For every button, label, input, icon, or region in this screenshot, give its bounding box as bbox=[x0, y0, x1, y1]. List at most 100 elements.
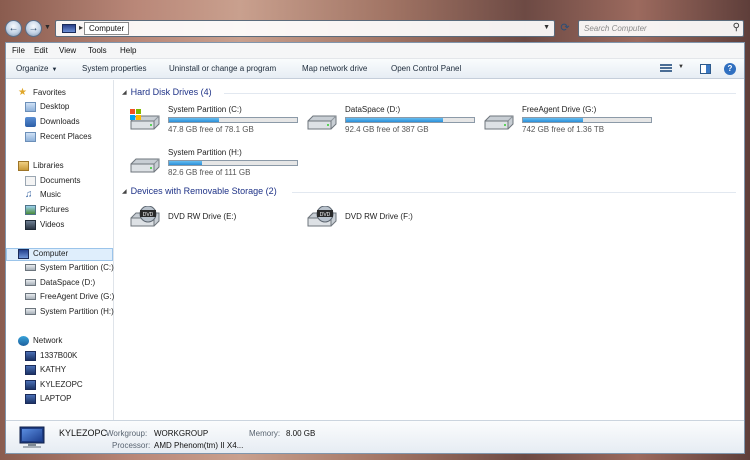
group-title: Devices with Removable Storage (2) bbox=[130, 186, 277, 196]
drive-name: FreeAgent Drive (G:) bbox=[522, 105, 597, 114]
map-network-drive-button[interactable]: Map network drive bbox=[302, 64, 367, 73]
address-bar-area: ← → ▼ ▸ Computer ▼ ⟳ Search Computer ⚲ bbox=[0, 0, 750, 42]
nav-videos[interactable]: Videos bbox=[25, 220, 64, 233]
nav-drive-d[interactable]: DataSpace (D:) bbox=[25, 278, 95, 291]
navigation-pane: ★ Favorites Desktop Downloads Recent Plac… bbox=[6, 80, 114, 420]
nav-network-pc[interactable]: KATHY bbox=[25, 365, 66, 378]
hard-drive-icon bbox=[25, 279, 36, 287]
nav-drive-c[interactable]: System Partition (C:) bbox=[25, 263, 114, 276]
nav-label: Pictures bbox=[40, 205, 69, 215]
hard-drive-icon bbox=[484, 115, 514, 130]
nav-favorites[interactable]: ★ Favorites bbox=[18, 88, 66, 101]
organize-button[interactable]: Organize ▼ bbox=[16, 64, 57, 73]
group-title: Hard Disk Drives (4) bbox=[130, 87, 212, 97]
group-header-hard-disks[interactable]: ◢ Hard Disk Drives (4) bbox=[122, 87, 212, 99]
forward-button[interactable]: → bbox=[25, 20, 42, 37]
group-header-removable[interactable]: ◢ Devices with Removable Storage (2) bbox=[122, 186, 277, 198]
search-icon[interactable]: ⚲ bbox=[733, 22, 740, 33]
nav-music[interactable]: ♫ Music bbox=[25, 190, 61, 203]
workgroup-label: Workgroup: bbox=[106, 429, 148, 438]
nav-label: Libraries bbox=[33, 161, 64, 171]
command-bar: Organize ▼ System properties Uninstall or… bbox=[6, 59, 744, 79]
nav-network[interactable]: Network bbox=[18, 336, 62, 349]
drive-usage-bar bbox=[522, 117, 652, 123]
library-icon bbox=[18, 161, 29, 171]
refresh-icon[interactable]: ⟳ bbox=[557, 20, 573, 37]
hard-drive-icon bbox=[25, 308, 36, 316]
drive-name: System Partition (C:) bbox=[168, 105, 242, 114]
nav-label: Favorites bbox=[33, 88, 66, 97]
drive-tile-d[interactable]: DataSpace (D:) 92.4 GB free of 387 GB bbox=[305, 105, 481, 139]
recent-places-icon bbox=[25, 132, 36, 142]
nav-label: Network bbox=[33, 336, 63, 346]
documents-icon bbox=[25, 176, 36, 186]
nav-label: Documents bbox=[40, 176, 81, 186]
preview-pane-icon[interactable] bbox=[700, 64, 711, 74]
hard-drive-icon bbox=[25, 264, 36, 272]
hard-drive-icon bbox=[307, 115, 337, 130]
chevron-down-icon: ▼ bbox=[51, 67, 58, 73]
menu-tools[interactable]: Tools bbox=[88, 46, 107, 55]
search-input[interactable]: Search Computer bbox=[584, 24, 647, 33]
organize-label: Organize bbox=[16, 64, 49, 73]
star-icon: ★ bbox=[18, 87, 27, 98]
menu-help[interactable]: Help bbox=[120, 46, 136, 55]
dvd-drive-tile-f[interactable]: DVD DVD RW Drive (F:) bbox=[305, 202, 481, 236]
nav-label: FreeAgent Drive (G:) bbox=[40, 292, 115, 301]
drive-usage-bar bbox=[168, 160, 298, 166]
nav-drive-g[interactable]: FreeAgent Drive (G:) bbox=[25, 292, 114, 305]
nav-network-pc[interactable]: KYLEZOPC bbox=[25, 380, 83, 393]
download-icon bbox=[25, 117, 36, 127]
network-computer-icon bbox=[25, 365, 36, 375]
view-options-icon[interactable] bbox=[660, 64, 672, 74]
processor-value: AMD Phenom(tm) II X4... bbox=[154, 441, 244, 450]
nav-network-pc[interactable]: LAPTOP bbox=[25, 394, 71, 407]
nav-label: Downloads bbox=[40, 117, 80, 127]
nav-label: Computer bbox=[33, 249, 69, 259]
help-icon[interactable]: ? bbox=[724, 63, 736, 75]
drive-free-space: 742 GB free of 1.36 TB bbox=[522, 125, 605, 134]
chevron-down-icon[interactable]: ▼ bbox=[543, 24, 550, 31]
nav-documents[interactable]: Documents bbox=[25, 176, 80, 189]
menu-edit[interactable]: Edit bbox=[34, 46, 48, 55]
menu-file[interactable]: File bbox=[12, 46, 25, 55]
nav-label: DataSpace (D:) bbox=[40, 278, 96, 287]
nav-drive-h[interactable]: System Partition (H:) bbox=[25, 307, 114, 320]
nav-label: Videos bbox=[40, 220, 65, 230]
nav-computer[interactable]: Computer bbox=[6, 248, 113, 261]
dvd-drive-icon: DVD bbox=[307, 206, 337, 227]
nav-label: KATHY bbox=[40, 365, 67, 375]
address-bar[interactable]: ▸ Computer ▼ bbox=[55, 20, 555, 37]
hard-drive-icon bbox=[25, 293, 36, 301]
search-box[interactable]: Search Computer ⚲ bbox=[578, 20, 744, 37]
nav-network-pc[interactable]: 1337B00K bbox=[25, 351, 77, 364]
breadcrumb-computer[interactable]: Computer bbox=[84, 22, 130, 35]
nav-libraries[interactable]: Libraries bbox=[18, 161, 64, 174]
drive-usage-bar bbox=[345, 117, 475, 123]
nav-label: KYLEZOPC bbox=[40, 380, 83, 390]
drive-usage-fill bbox=[169, 161, 203, 165]
system-properties-button[interactable]: System properties bbox=[82, 64, 146, 73]
network-computer-icon bbox=[25, 351, 36, 361]
group-divider bbox=[224, 93, 736, 94]
drive-usage-fill bbox=[169, 118, 219, 122]
back-button[interactable]: ← bbox=[5, 20, 22, 37]
drive-tile-c[interactable]: System Partition (C:) 47.8 GB free of 78… bbox=[128, 105, 304, 139]
nav-desktop[interactable]: Desktop bbox=[25, 102, 69, 115]
nav-label: Desktop bbox=[40, 102, 70, 112]
drive-tile-g[interactable]: FreeAgent Drive (G:) 742 GB free of 1.36… bbox=[482, 105, 658, 139]
menu-view[interactable]: View bbox=[59, 46, 76, 55]
nav-pictures[interactable]: Pictures bbox=[25, 205, 69, 218]
drive-tile-h[interactable]: System Partition (H:) 82.6 GB free of 11… bbox=[128, 148, 304, 182]
chevron-down-icon[interactable]: ▼ bbox=[678, 64, 684, 70]
dvd-drive-tile-e[interactable]: DVD DVD RW Drive (E:) bbox=[128, 202, 304, 236]
chevron-right-icon[interactable]: ▸ bbox=[79, 23, 83, 32]
recent-pages-dropdown[interactable]: ▼ bbox=[44, 24, 51, 31]
uninstall-program-button[interactable]: Uninstall or change a program bbox=[169, 64, 276, 73]
hard-drive-icon bbox=[130, 158, 160, 173]
nav-downloads[interactable]: Downloads bbox=[25, 117, 80, 130]
details-pane: KYLEZOPC Workgroup: WORKGROUP Memory: 8.… bbox=[6, 420, 744, 453]
computer-icon bbox=[62, 24, 76, 33]
nav-recent-places[interactable]: Recent Places bbox=[25, 132, 92, 145]
open-control-panel-button[interactable]: Open Control Panel bbox=[391, 64, 461, 73]
